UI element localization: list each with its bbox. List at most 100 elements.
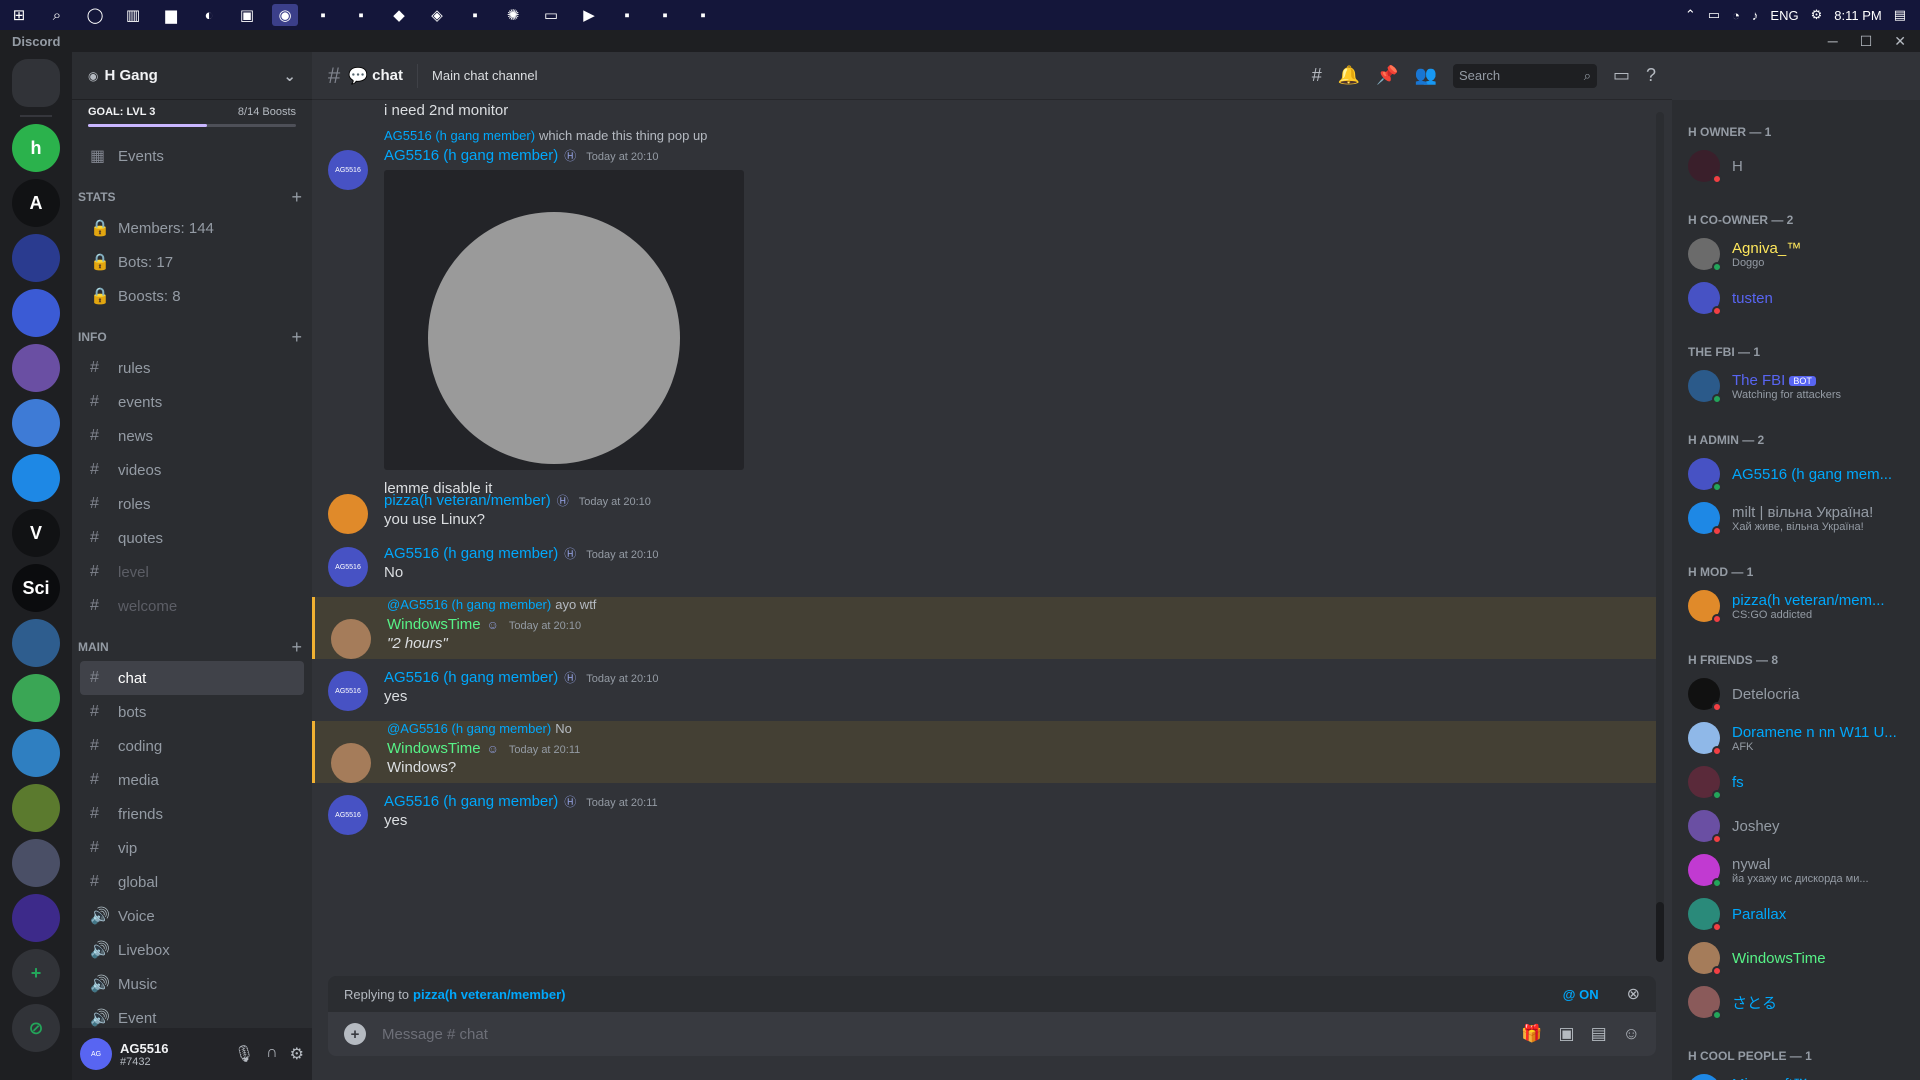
- app-icon[interactable]: ▪: [614, 4, 640, 26]
- category-main[interactable]: MAIN +: [72, 633, 312, 661]
- category-info[interactable]: INFO +: [72, 323, 312, 351]
- maximize-icon[interactable]: ☐: [1860, 33, 1873, 50]
- avatar[interactable]: [1688, 370, 1722, 404]
- server-icon[interactable]: [12, 234, 60, 282]
- category-stats[interactable]: STATS +: [72, 183, 312, 211]
- avatar[interactable]: [1688, 722, 1722, 756]
- app-icon[interactable]: ▪: [652, 4, 678, 26]
- channel-global[interactable]: # global: [80, 865, 304, 899]
- avatar[interactable]: [1688, 766, 1722, 800]
- avatar[interactable]: [328, 494, 368, 534]
- member-item[interactable]: nywal йа ухажу ис дискорда ми...: [1680, 848, 1912, 892]
- channel-vip[interactable]: # vip: [80, 831, 304, 865]
- server-header[interactable]: ◉ H Gang ⌄: [72, 52, 312, 100]
- app-icon[interactable]: ▪: [690, 4, 716, 26]
- channel-roles[interactable]: # roles: [80, 487, 304, 521]
- avatar[interactable]: [1688, 898, 1722, 932]
- events-item[interactable]: ▦ Events: [80, 139, 304, 173]
- reply-author[interactable]: @AG5516 (h gang member): [387, 597, 551, 612]
- settings-icon[interactable]: ✺: [500, 4, 526, 26]
- channel-chat[interactable]: # chat: [80, 661, 304, 695]
- member-item[interactable]: Detelocria: [1680, 672, 1912, 716]
- boost-goal[interactable]: GOAL: LVL 3 8/14 Boosts: [72, 100, 312, 118]
- terminal-icon[interactable]: ▭: [538, 4, 564, 26]
- language-indicator[interactable]: ENG: [1770, 8, 1798, 23]
- server-icon[interactable]: [12, 729, 60, 777]
- member-item[interactable]: Microsoft™NEW VIDEO OUT NOW! h...: [1680, 1068, 1912, 1080]
- bell-icon[interactable]: 🔔: [1338, 65, 1360, 86]
- windows-icon[interactable]: ⊞: [6, 4, 32, 26]
- avatar[interactable]: [331, 619, 371, 659]
- chevron-down-icon[interactable]: ⌄: [283, 67, 296, 85]
- server-icon[interactable]: [12, 59, 60, 107]
- channel-music[interactable]: 🔊 Music: [80, 967, 304, 1001]
- channel-topic[interactable]: Main chat channel: [432, 68, 538, 83]
- circle-icon[interactable]: ◯: [82, 4, 108, 26]
- battery-icon[interactable]: ▭: [1708, 7, 1720, 23]
- channel-friends[interactable]: # friends: [80, 797, 304, 831]
- author-name[interactable]: AG5516 (h gang member): [384, 147, 558, 164]
- avatar[interactable]: [1688, 810, 1722, 844]
- sticker-icon[interactable]: ▤: [1591, 1024, 1607, 1044]
- avatar[interactable]: [1688, 238, 1722, 272]
- avatar[interactable]: AG5516: [328, 671, 368, 711]
- add-channel-icon[interactable]: +: [291, 637, 302, 658]
- channel-level[interactable]: # level: [80, 555, 304, 589]
- member-list-icon[interactable]: 👥: [1415, 65, 1437, 86]
- server-icon[interactable]: [12, 894, 60, 942]
- channel-rules[interactable]: # rules: [80, 351, 304, 385]
- minimize-icon[interactable]: ─: [1828, 33, 1838, 50]
- add-channel-icon[interactable]: +: [291, 187, 302, 208]
- taskview-icon[interactable]: ▥: [120, 4, 146, 26]
- upload-plus-icon[interactable]: +: [344, 1023, 366, 1045]
- server-icon[interactable]: A: [12, 179, 60, 227]
- channel-events[interactable]: # events: [80, 385, 304, 419]
- avatar[interactable]: [1688, 590, 1722, 624]
- folder-icon[interactable]: ▆: [158, 4, 184, 26]
- message-composer[interactable]: + Message # chat 🎁 ▣ ▤ ☺: [328, 1012, 1656, 1056]
- server-icon[interactable]: [12, 784, 60, 832]
- member-item[interactable]: WindowsTime: [1680, 936, 1912, 980]
- media-icon[interactable]: ▶: [576, 4, 602, 26]
- avatar[interactable]: AG5516: [328, 150, 368, 190]
- server-icon[interactable]: [12, 344, 60, 392]
- member-item[interactable]: AG5516 (h gang mem...: [1680, 452, 1912, 496]
- chevron-up-icon[interactable]: ⌃: [1685, 7, 1696, 23]
- member-item[interactable]: The FBI BOT Watching for attackers: [1680, 364, 1912, 408]
- reply-preview[interactable]: @AG5516 (h gang member) ayo wtf: [387, 597, 1664, 612]
- mention-toggle[interactable]: @ ON: [1563, 987, 1599, 1002]
- avatar[interactable]: [1688, 282, 1722, 316]
- reply-author[interactable]: @AG5516 (h gang member): [387, 721, 551, 736]
- settings-gear-icon[interactable]: ⚙: [1811, 7, 1823, 23]
- server-icon[interactable]: V: [12, 509, 60, 557]
- channel-welcome[interactable]: # welcome: [80, 589, 304, 623]
- add-channel-icon[interactable]: +: [291, 327, 302, 348]
- member-item[interactable]: milt | вільна Україна! Хай живе, вільна У…: [1680, 496, 1912, 540]
- author-name[interactable]: WindowsTime: [387, 740, 481, 757]
- wifi-icon[interactable]: ◔: [1732, 8, 1740, 23]
- discord-icon[interactable]: ◉: [272, 4, 298, 26]
- close-icon[interactable]: ✕: [1894, 33, 1906, 50]
- app-icon[interactable]: ▪: [462, 4, 488, 26]
- message-input[interactable]: Message # chat: [382, 1026, 488, 1043]
- vs-icon[interactable]: ◆: [386, 4, 412, 26]
- author-name[interactable]: AG5516 (h gang member): [384, 793, 558, 810]
- member-item[interactable]: Doramene n nn W11 U... AFK: [1680, 716, 1912, 760]
- server-icon[interactable]: [12, 619, 60, 667]
- gif-icon[interactable]: ▣: [1559, 1024, 1575, 1044]
- help-icon[interactable]: ?: [1646, 65, 1656, 86]
- channel-videos[interactable]: # videos: [80, 453, 304, 487]
- clock[interactable]: 8:11 PM: [1834, 8, 1881, 23]
- author-name[interactable]: WindowsTime: [387, 616, 481, 633]
- mute-mic-icon[interactable]: 🎙: [234, 1044, 254, 1064]
- server-icon[interactable]: Sci: [12, 564, 60, 612]
- member-item[interactable]: さとる: [1680, 980, 1912, 1024]
- reply-preview[interactable]: @AG5516 (h gang member) No: [387, 721, 1664, 736]
- avatar[interactable]: AG5516: [328, 795, 368, 835]
- member-item[interactable]: fs: [1680, 760, 1912, 804]
- member-item[interactable]: Joshey: [1680, 804, 1912, 848]
- search-input[interactable]: Search ⌕: [1452, 63, 1597, 88]
- threads-icon[interactable]: #: [1312, 65, 1322, 86]
- member-item[interactable]: tusten: [1680, 276, 1912, 320]
- search-icon[interactable]: ⌕: [44, 4, 70, 26]
